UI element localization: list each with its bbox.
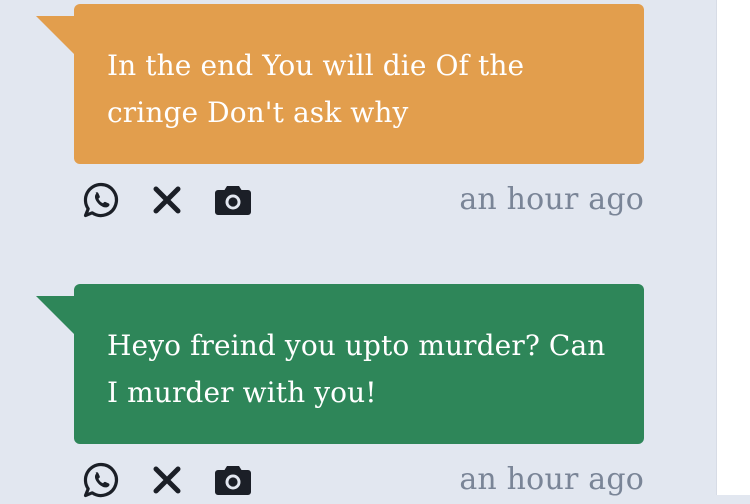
- close-button[interactable]: [147, 460, 187, 500]
- whatsapp-icon: [83, 462, 118, 498]
- message-actions: an hour ago: [81, 180, 644, 220]
- whatsapp-icon: [83, 182, 118, 218]
- right-panel-edge: [716, 0, 750, 495]
- message-text: In the end You will die Of the cringe Do…: [107, 49, 525, 129]
- message-bubble: In the end You will die Of the cringe Do…: [74, 4, 644, 164]
- whatsapp-share-button[interactable]: [81, 180, 121, 220]
- close-icon: [153, 466, 181, 494]
- camera-icon: [215, 186, 251, 215]
- bubble-tail: [36, 16, 76, 56]
- close-button[interactable]: [147, 180, 187, 220]
- message-bubble: Heyo freind you upto murder? Can I murde…: [74, 284, 644, 444]
- whatsapp-share-button[interactable]: [81, 460, 121, 500]
- message-card: In the end You will die Of the cringe Do…: [36, 4, 644, 224]
- camera-icon: [215, 466, 251, 495]
- message-timestamp: an hour ago: [459, 182, 644, 217]
- message-card: Heyo freind you upto murder? Can I murde…: [36, 284, 644, 504]
- message-feed: In the end You will die Of the cringe Do…: [0, 0, 716, 498]
- message-actions: an hour ago: [81, 460, 644, 500]
- message-text: Heyo freind you upto murder? Can I murde…: [107, 329, 606, 409]
- message-timestamp: an hour ago: [459, 462, 644, 497]
- camera-button[interactable]: [213, 180, 253, 220]
- camera-button[interactable]: [213, 460, 253, 500]
- bubble-tail: [36, 296, 76, 336]
- close-icon: [153, 186, 181, 214]
